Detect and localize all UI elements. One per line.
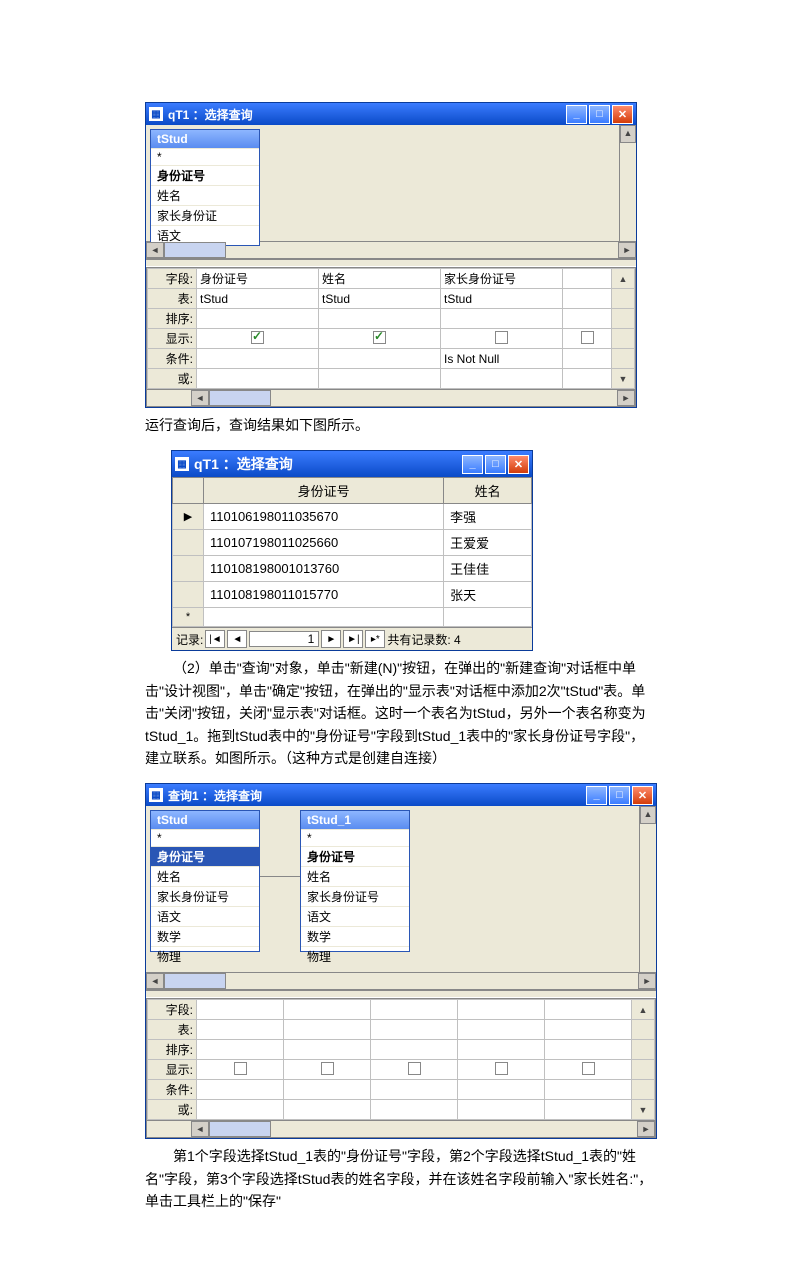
show-checkbox[interactable] [441,329,563,349]
minimize-button[interactable]: _ [586,786,607,805]
maximize-button[interactable]: □ [589,105,610,124]
table-cell[interactable]: tStud [197,289,319,309]
row-label: 排序: [148,309,197,329]
query-design-window-2: ▦ 查询1 ：选择查询 _ □ ✕ tStud *身份证号姓名家长身份证号语文数… [145,783,657,1139]
field-cell[interactable]: 家长身份证号 [441,269,563,289]
table-box-tstud1[interactable]: tStud_1 *身份证号姓名家长身份证号语文数学物理 [300,810,410,952]
query-design-window-1: ▦ qT1 ：选择查询 _ □ ✕ tStud * 身份证号 姓名 家长身份证 … [145,102,637,408]
column-header[interactable]: 身份证号 [204,478,444,504]
row-label: 条件: [148,349,197,369]
cell[interactable]: 张天 [444,582,532,608]
result-table: 身份证号姓名 ▶110106198011035670李强 11010719801… [172,477,532,627]
record-label: 记录: [176,631,203,648]
field-row[interactable]: * [151,148,259,165]
table-name: tStud [151,811,259,829]
titlebar[interactable]: ▦ 查询1 ：选择查询 _ □ ✕ [146,784,656,806]
minimize-button[interactable]: _ [462,455,483,474]
prev-record-button[interactable]: ◄ [227,630,247,648]
minimize-button[interactable]: _ [566,105,587,124]
criteria-cell[interactable]: Is Not Null [441,349,563,369]
cell[interactable]: 李强 [444,504,532,530]
maximize-button[interactable]: □ [609,786,630,805]
horizontal-scrollbar[interactable]: ◄► [146,241,636,258]
titlebar[interactable]: ▦ qT1 ：选择查询 _ □ ✕ [172,451,532,477]
window-icon: ▦ [149,107,163,121]
pane-splitter[interactable] [146,989,656,998]
row-label: 或: [148,369,197,389]
scroll-up-icon[interactable]: ▲ [632,1000,655,1020]
first-record-button[interactable]: |◄ [205,630,225,648]
vertical-scrollbar[interactable]: ▲ [619,125,636,241]
window-icon: ▦ [149,788,163,802]
table-name: tStud [151,130,259,148]
cell[interactable]: 110106198011035670 [204,504,444,530]
cell[interactable]: 110107198011025660 [204,530,444,556]
table-cell[interactable]: tStud [441,289,563,309]
row-label: 字段: [148,269,197,289]
record-navigator: 记录: |◄ ◄ 1 ► ►| ▸* 共有记录数: 4 [172,627,532,650]
grid-horizontal-scrollbar[interactable]: ◄► [147,1120,655,1137]
new-record-button[interactable]: ▸* [365,630,385,648]
table-box-tstud[interactable]: tStud * 身份证号 姓名 家长身份证 语文 [150,129,260,246]
close-button[interactable]: ✕ [612,105,633,124]
relationship-pane[interactable]: tStud *身份证号姓名家长身份证号语文数学物理 tStud_1 *身份证号姓… [146,806,639,972]
new-row-icon[interactable]: * [173,608,204,627]
record-number-input[interactable]: 1 [249,631,319,647]
query-result-window: ▦ qT1 ：选择查询 _ □ ✕ 身份证号姓名 ▶11010619801103… [171,450,533,651]
record-count: 共有记录数: 4 [387,631,460,648]
show-checkbox[interactable] [563,329,612,349]
design-grid[interactable]: 字段:身份证号姓名家长身份证号▲ 表:tStudtStudtStud 排序: 显… [146,267,636,407]
field-row[interactable]: 身份证号 [151,165,259,185]
scroll-up-icon[interactable]: ▲ [612,269,635,289]
close-button[interactable]: ✕ [632,786,653,805]
row-selector-header [173,478,204,504]
close-button[interactable]: ✕ [508,455,529,474]
table-name: tStud_1 [301,811,409,829]
window-title: qT1 ：选择查询 [168,106,564,123]
show-checkbox[interactable] [319,329,441,349]
window-title: 查询1 ：选择查询 [168,787,584,804]
next-record-button[interactable]: ► [321,630,341,648]
cell[interactable]: 王佳佳 [444,556,532,582]
horizontal-scrollbar[interactable]: ◄► [146,972,656,989]
table-box-tstud[interactable]: tStud *身份证号姓名家长身份证号语文数学物理 [150,810,260,952]
window-icon: ▦ [175,457,189,471]
field-row[interactable]: 姓名 [151,185,259,205]
window-title: qT1 ：选择查询 [194,454,460,474]
field-cell[interactable]: 姓名 [319,269,441,289]
row-label: 表: [148,289,197,309]
current-row-icon[interactable]: ▶ [173,504,204,530]
column-header[interactable]: 姓名 [444,478,532,504]
selected-field[interactable]: 身份证号 [151,846,259,866]
scroll-down-icon[interactable]: ▼ [612,369,635,389]
cell[interactable]: 110108198011015770 [204,582,444,608]
design-grid[interactable]: 字段:▲ 表: 排序: 显示: 条件: 或:▼ ◄► [146,998,656,1138]
show-checkbox[interactable] [197,1060,284,1080]
titlebar[interactable]: ▦ qT1 ：选择查询 _ □ ✕ [146,103,636,125]
relationship-pane[interactable]: tStud * 身份证号 姓名 家长身份证 语文 [146,125,619,241]
cell[interactable]: 王爱爱 [444,530,532,556]
body-text: （2）单击"查询"对象，单击"新建(N)"按钮，在弹出的"新建查询"对话框中单击… [145,657,655,769]
last-record-button[interactable]: ►| [343,630,363,648]
show-checkbox[interactable] [197,329,319,349]
field-cell[interactable] [563,269,612,289]
table-cell[interactable]: tStud [319,289,441,309]
caption-text: 运行查询后，查询结果如下图所示。 [145,414,655,436]
body-text: 第1个字段选择tStud_1表的"身份证号"字段，第2个字段选择tStud_1表… [145,1145,655,1212]
field-row[interactable]: 家长身份证 [151,205,259,225]
field-cell[interactable]: 身份证号 [197,269,319,289]
pane-splitter[interactable] [146,258,636,267]
join-line[interactable] [260,876,300,897]
maximize-button[interactable]: □ [485,455,506,474]
vertical-scrollbar[interactable]: ▲ [639,806,656,972]
scroll-down-icon[interactable]: ▼ [632,1100,655,1120]
row-label: 显示: [148,329,197,349]
grid-horizontal-scrollbar[interactable]: ◄► [147,389,635,406]
cell[interactable]: 110108198001013760 [204,556,444,582]
